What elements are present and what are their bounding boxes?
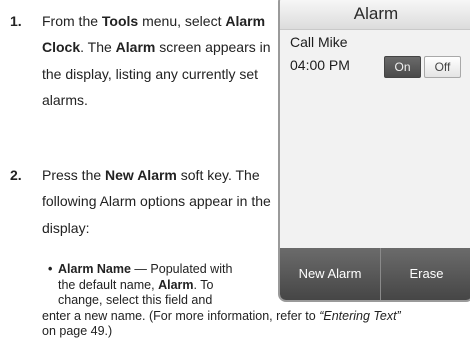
bullet-term: Alarm Name	[58, 262, 131, 276]
alarm-on-toggle[interactable]: On	[384, 56, 421, 78]
phone-alarm-screen: Alarm Call Mike 04:00 PM On Off New Alar…	[278, 0, 470, 302]
bullet-mark: •	[48, 262, 53, 276]
alarm-off-toggle[interactable]: Off	[424, 56, 461, 78]
manual-page: 1. From the Tools menu, select Alarm Clo…	[0, 0, 470, 364]
softkey-bar: New Alarm Erase	[280, 248, 470, 300]
step-number: 2.	[10, 167, 22, 183]
alarm-name: Call Mike	[290, 34, 348, 50]
step-text: From the Tools menu, select Alarm Clock.…	[42, 13, 271, 109]
step-number: 1.	[10, 13, 22, 29]
screen-title: Alarm	[280, 0, 470, 30]
step-text: Press the New Alarm soft key. The follow…	[42, 167, 271, 236]
alarm-time: 04:00 PM	[290, 57, 350, 73]
new-alarm-softkey[interactable]: New Alarm	[280, 248, 381, 300]
cross-reference-link: “Entering Text”	[319, 308, 401, 323]
erase-softkey[interactable]: Erase	[381, 248, 470, 300]
